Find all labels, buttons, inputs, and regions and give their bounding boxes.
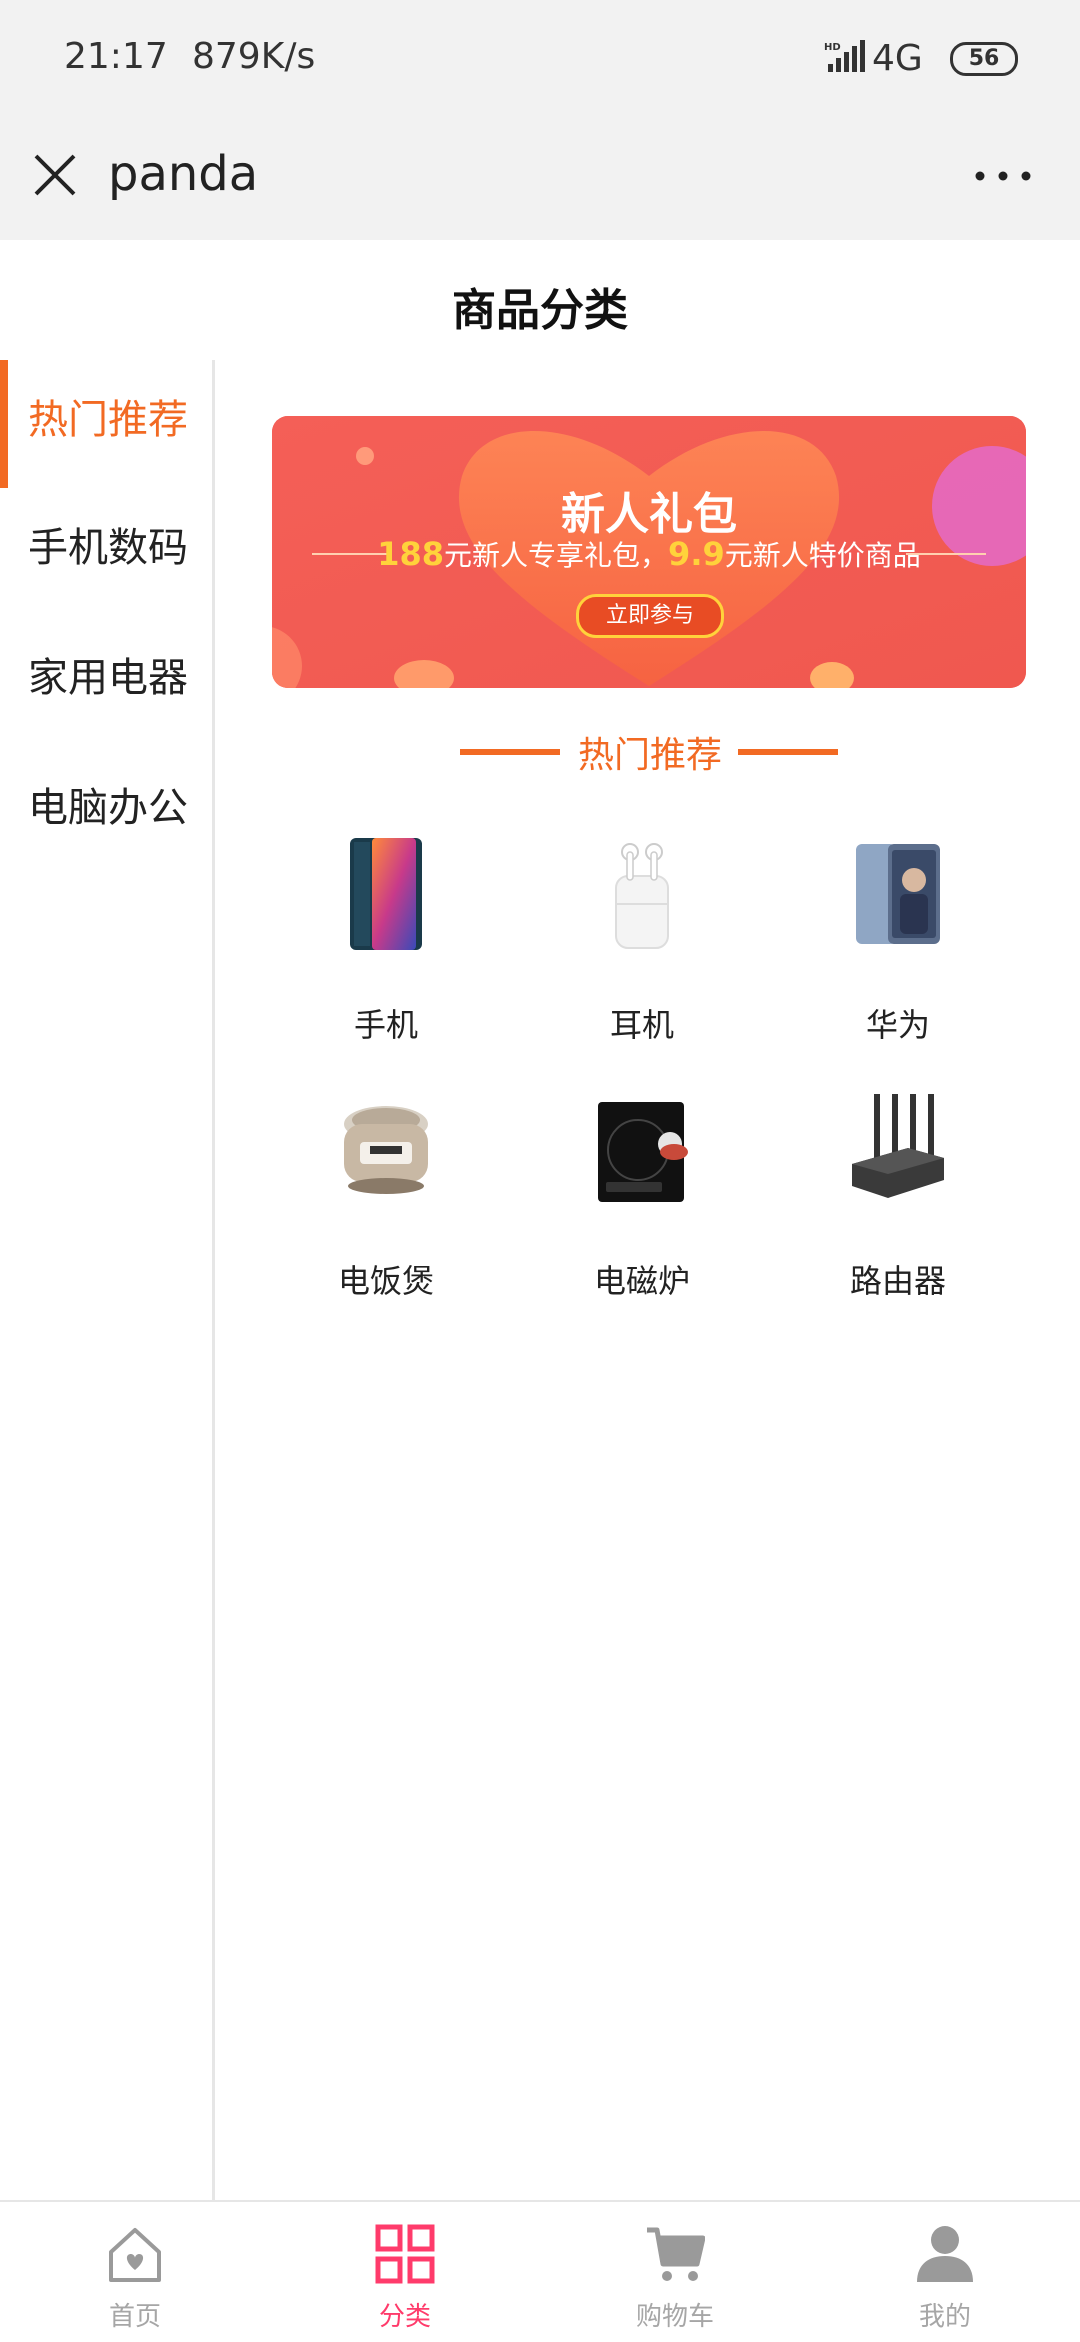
tab-label: 首页 [108,2302,161,2332]
page-header: 商品分类 [0,240,1080,360]
product-item-rice-cooker[interactable]: 电饭煲 [286,1076,486,1316]
tab-label: 购物车 [635,2302,714,2332]
category-sidebar: 热门推荐 手机数码 家用电器 电脑办公 [0,360,215,2200]
router-icon [852,1094,944,1198]
tab-label: 分类 [378,2302,431,2332]
tab-category[interactable]: 分类 [270,2202,540,2342]
product-label: 手机 [353,1006,418,1044]
section-header: 热门推荐 [272,720,1026,780]
svg-text:HD: HD [824,42,841,53]
banner-subtitle: 188元新人专享礼包，9.9元新人特价商品 [272,534,1026,574]
banner-amount-1: 188 [377,535,445,573]
rice-cooker-icon [344,1106,428,1194]
tab-label: 我的 [918,2302,971,2332]
induction-cooker-icon [598,1102,688,1202]
product-label: 华为 [865,1006,930,1044]
product-item-router[interactable]: 路由器 [798,1076,998,1316]
sidebar-item-appliances[interactable]: 家用电器 [0,618,212,738]
promo-banner[interactable]: 新人礼包 188元新人专享礼包，9.9元新人特价商品 立即参与 [272,416,1026,688]
sidebar-item-hot[interactable]: 热门推荐 [0,360,212,488]
signal-icon: HD [824,40,865,72]
banner-amount-2: 9.9 [668,535,725,573]
section-divider-right [738,749,838,755]
section-divider-left [460,749,560,755]
banner-text-1: 元新人专享礼包， [444,539,669,572]
phone-icon [350,838,422,950]
sidebar-item-office[interactable]: 电脑办公 [0,748,212,868]
huawei-phone-icon [856,844,940,944]
banner-title: 新人礼包 [561,489,737,540]
product-item-huawei[interactable]: 华为 [798,820,998,1060]
network-type: 4G [872,38,923,79]
app-title: panda [108,146,259,202]
status-speed: 879K/s [192,36,316,77]
product-item-phone[interactable]: 手机 [286,820,486,1060]
product-label: 电饭煲 [337,1262,434,1300]
battery-indicator: 56 [950,42,1018,76]
home-icon [109,2228,161,2282]
tab-cart[interactable]: 购物车 [540,2202,810,2342]
earphones-icon [615,843,669,949]
bottom-tab-bar: 首页 分类 购物车 我的 [0,2200,1080,2342]
status-bar: 21:17 879K/s HD 4G 56 [0,0,1080,120]
status-time: 21:17 [64,36,168,77]
join-now-button[interactable]: 立即参与 [576,594,724,638]
category-icon [375,2224,435,2284]
sidebar-item-digital[interactable]: 手机数码 [0,488,212,608]
user-icon [917,2226,973,2282]
title-bar: panda [0,120,1080,240]
more-icon[interactable] [970,166,1040,186]
tab-home[interactable]: 首页 [0,2202,270,2342]
page-title: 商品分类 [452,285,628,336]
banner-text-2: 元新人特价商品 [724,539,921,572]
section-title: 热门推荐 [577,735,722,776]
product-label: 电磁炉 [593,1262,690,1300]
tab-me[interactable]: 我的 [810,2202,1080,2342]
cart-icon [647,2227,705,2281]
product-label: 耳机 [609,1006,674,1044]
product-item-induction-cooker[interactable]: 电磁炉 [542,1076,742,1316]
close-icon[interactable] [30,150,80,200]
product-item-earphones[interactable]: 耳机 [542,820,742,1060]
product-label: 路由器 [849,1262,946,1300]
